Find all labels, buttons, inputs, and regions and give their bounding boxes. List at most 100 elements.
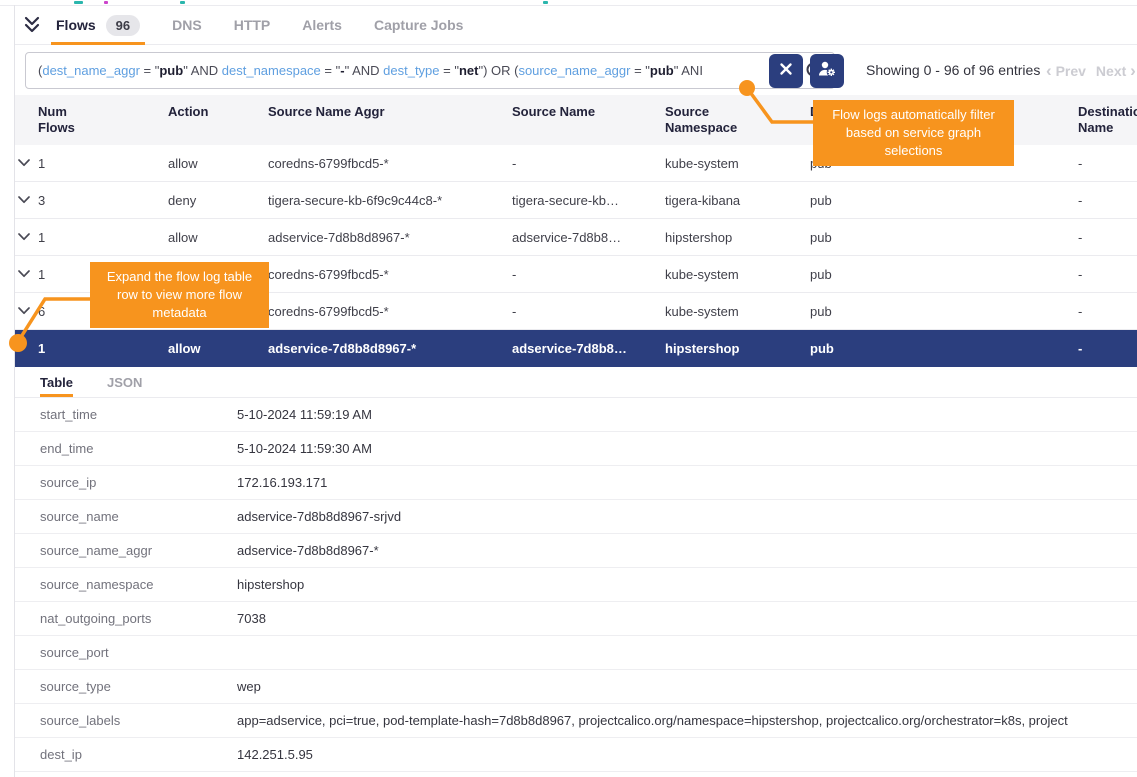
flow-row[interactable]: 3denytigera-secure-kb-6f9c9c44c8-*tigera… (15, 182, 1137, 219)
clipped-glyph (74, 1, 83, 4)
flow-cell-dest_name_aggr: pub (810, 193, 1078, 208)
detail-field-key: source_labels (15, 713, 237, 728)
query-segment: ") OR ( (478, 63, 518, 78)
flow-cell-source_name: adservice-7d8b8… (512, 341, 665, 356)
detail-field-row: source_labelsapp=adservice, pci=true, po… (15, 704, 1137, 738)
detail-field-value: hipstershop (237, 577, 1137, 592)
detail-field-row: source_port (15, 636, 1137, 670)
tab-http[interactable]: HTTP (234, 6, 271, 44)
top-tabs: Flows 96 DNS HTTP Alerts Capture Jobs (56, 6, 495, 44)
header-cell: Num Flows (38, 95, 86, 136)
clear-filter-button[interactable] (769, 54, 803, 88)
row-expand-chevron-icon[interactable] (15, 345, 38, 353)
tab-flows[interactable]: Flows 96 (56, 6, 140, 44)
header-cell: Action (168, 95, 268, 120)
flow-row[interactable]: 1allowadservice-7d8b8d8967-*adservice-7d… (15, 219, 1137, 256)
row-expand-chevron-icon[interactable] (15, 233, 38, 241)
query-segment: = " (140, 63, 159, 78)
next-button[interactable]: Next › (1096, 52, 1136, 89)
user-settings-button[interactable] (810, 54, 844, 88)
tab-label: Capture Jobs (374, 17, 463, 33)
callout-expand-row: Expand the flow log table row to view mo… (90, 262, 269, 328)
query-segment: net (459, 63, 479, 78)
query-segment: dest_type (383, 63, 439, 78)
query-segment: dest_name_aggr (42, 63, 140, 78)
detail-field-row: source_ip172.16.193.171 (15, 466, 1137, 500)
flow-cell-num_flows: 1 (38, 341, 168, 356)
tab-label: HTTP (234, 17, 271, 33)
row-expand-chevron-icon[interactable] (15, 159, 38, 167)
detail-field-key: source_name_aggr (15, 543, 237, 558)
row-expand-chevron-icon[interactable] (15, 270, 38, 278)
detail-field-key: source_type (15, 679, 237, 694)
pager: ‹ Prev Next › (1046, 52, 1136, 89)
flow-cell-source_name_aggr: coredns-6799fbcd5-* (268, 267, 512, 282)
detail-field-value: app=adservice, pci=true, pod-template-ha… (237, 713, 1137, 728)
collapse-double-chevron-icon[interactable] (22, 15, 42, 35)
row-expand-chevron-icon[interactable] (15, 196, 38, 204)
detail-field-value: wep (237, 679, 1137, 694)
header-cell-expand (15, 95, 38, 104)
flow-cell-destination_name: - (1078, 230, 1137, 245)
detail-field-key: dest_ip (15, 747, 237, 762)
flow-cell-source_name: - (512, 304, 665, 319)
flow-cell-destination_name: - (1078, 193, 1137, 208)
callout-service-graph-filter: Flow logs automatically filter based on … (813, 100, 1014, 166)
detail-field-value: adservice-7d8b8d8967-srjvd (237, 509, 1137, 524)
tab-dns[interactable]: DNS (172, 6, 202, 44)
filter-query-input[interactable]: (dest_name_aggr = "pub" AND dest_namespa… (25, 52, 835, 89)
flow-cell-source_namespace: tigera-kibana (665, 193, 810, 208)
detail-tabs: Table JSON (15, 367, 1137, 397)
detail-field-value: 5-10-2024 11:59:30 AM (237, 441, 1137, 456)
flow-cell-source_name_aggr: tigera-secure-kb-6f9c9c44c8-* (268, 193, 512, 208)
detail-field-row: end_time5-10-2024 11:59:30 AM (15, 432, 1137, 466)
flow-cell-dest_name_aggr: pub (810, 304, 1078, 319)
query-segment: dest_namespace (222, 63, 321, 78)
flow-cell-num_flows: 1 (38, 156, 168, 171)
flow-cell-destination_name: - (1078, 267, 1137, 282)
flow-cell-source_namespace: hipstershop (665, 230, 810, 245)
prev-button[interactable]: ‹ Prev (1046, 52, 1086, 89)
flow-cell-source_namespace: kube-system (665, 304, 810, 319)
prev-chevron-icon: ‹ (1046, 61, 1052, 80)
detail-field-key: source_namespace (15, 577, 237, 592)
row-expand-chevron-icon[interactable] (15, 307, 38, 315)
flow-table-body: 1allowcoredns-6799fbcd5-*-kube-systempub… (15, 145, 1137, 367)
detail-tab-json[interactable]: JSON (107, 367, 142, 397)
panel-left-border (14, 5, 15, 777)
filter-query-text: (dest_name_aggr = "pub" AND dest_namespa… (38, 63, 703, 78)
pagination-summary: Showing 0 - 96 of 96 entries (866, 52, 1040, 89)
clipped-glyph (180, 1, 185, 4)
flow-cell-destination_name: - (1078, 304, 1137, 319)
detail-field-key: end_time (15, 441, 237, 456)
flow-cell-source_name: - (512, 156, 665, 171)
detail-field-row: source_typewep (15, 670, 1137, 704)
query-segment: " AND (345, 63, 384, 78)
tab-label: Flows (56, 17, 96, 33)
detail-field-row: start_time5-10-2024 11:59:19 AM (15, 398, 1137, 432)
flow-cell-source_name_aggr: adservice-7d8b8d8967-* (268, 341, 512, 356)
flow-cell-dest_name_aggr: pub (810, 341, 1078, 356)
header-cell: Source Name (512, 95, 665, 120)
tab-alerts[interactable]: Alerts (302, 6, 342, 44)
detail-field-value: 7038 (237, 611, 1137, 626)
detail-field-row: source_namespacehipstershop (15, 568, 1137, 602)
tab-label: Alerts (302, 17, 342, 33)
flow-row[interactable]: 1allowadservice-7d8b8d8967-*adservice-7d… (15, 330, 1137, 367)
detail-field-row: source_name_aggradservice-7d8b8d8967-* (15, 534, 1137, 568)
detail-fields-table: start_time5-10-2024 11:59:19 AMend_time5… (15, 397, 1137, 772)
tab-label: DNS (172, 17, 202, 33)
query-segment: pub (650, 63, 674, 78)
query-segment: source_name_aggr (518, 63, 630, 78)
flows-count-badge: 96 (106, 15, 140, 36)
tab-capture-jobs[interactable]: Capture Jobs (374, 6, 463, 44)
flow-cell-num_flows: 3 (38, 193, 168, 208)
query-segment: = " (440, 63, 459, 78)
detail-field-value: 172.16.193.171 (237, 475, 1137, 490)
close-icon (779, 62, 793, 81)
query-segment: " ANI (674, 63, 703, 78)
person-gear-icon (817, 59, 837, 84)
detail-tab-table[interactable]: Table (40, 367, 73, 397)
flow-cell-destination_name: - (1078, 341, 1137, 356)
detail-field-value: 5-10-2024 11:59:19 AM (237, 407, 1137, 422)
